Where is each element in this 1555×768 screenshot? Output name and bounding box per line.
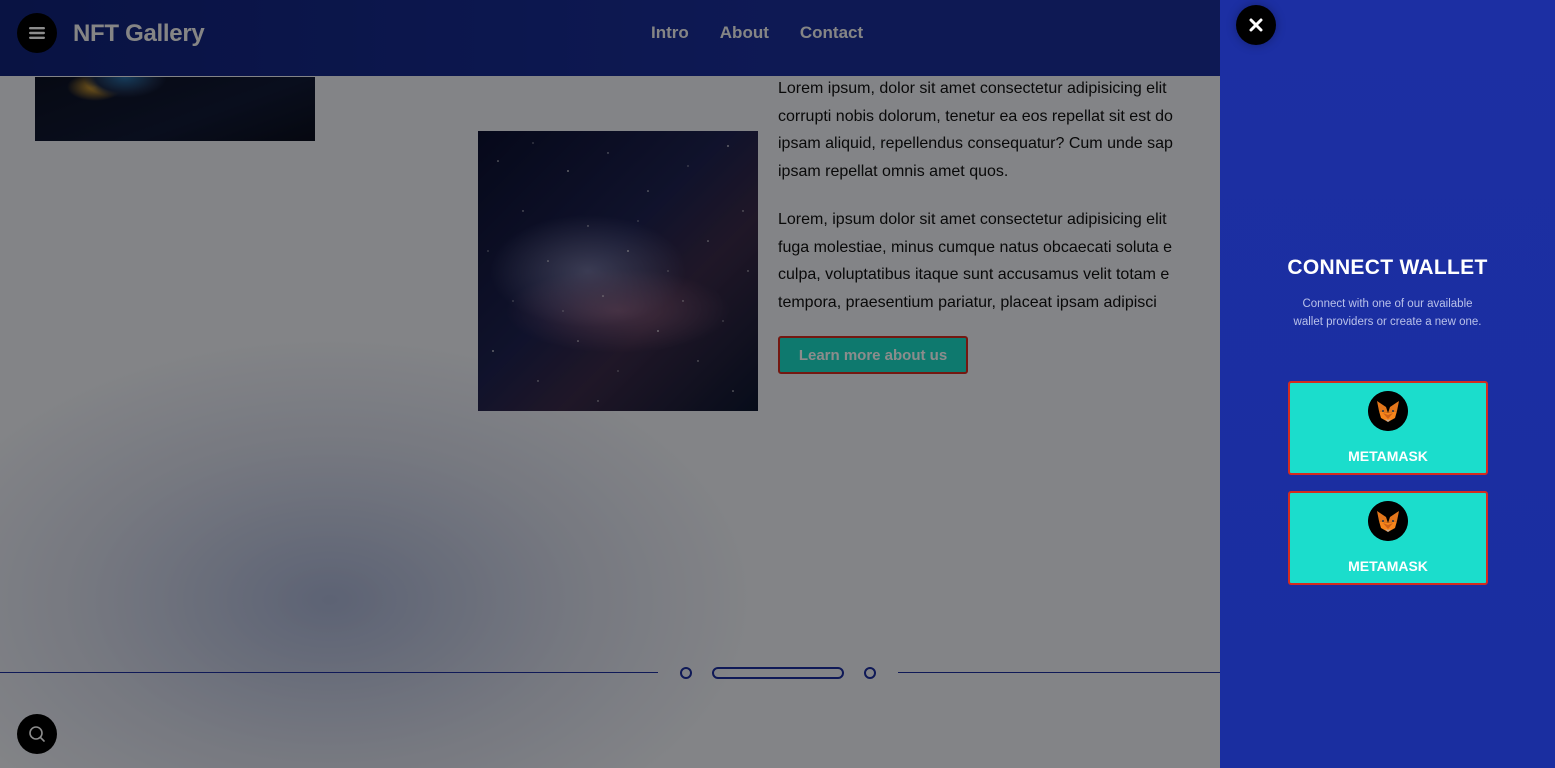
panel-subtitle: Connect with one of our available wallet…	[1293, 298, 1482, 328]
close-icon	[1249, 18, 1263, 32]
connect-wallet-panel: CONNECT WALLET Connect with one of our a…	[1220, 0, 1555, 768]
metamask-fox-icon	[1368, 501, 1408, 541]
wallet-option-metamask-2[interactable]: METAMASK	[1288, 491, 1488, 585]
close-button[interactable]	[1236, 5, 1276, 45]
wallet-option-label: METAMASK	[1348, 558, 1428, 574]
wallet-option-label: METAMASK	[1348, 448, 1428, 464]
panel-title: CONNECT WALLET	[1287, 256, 1488, 279]
wallet-option-metamask-1[interactable]: METAMASK	[1288, 381, 1488, 475]
metamask-fox-icon	[1368, 391, 1408, 431]
